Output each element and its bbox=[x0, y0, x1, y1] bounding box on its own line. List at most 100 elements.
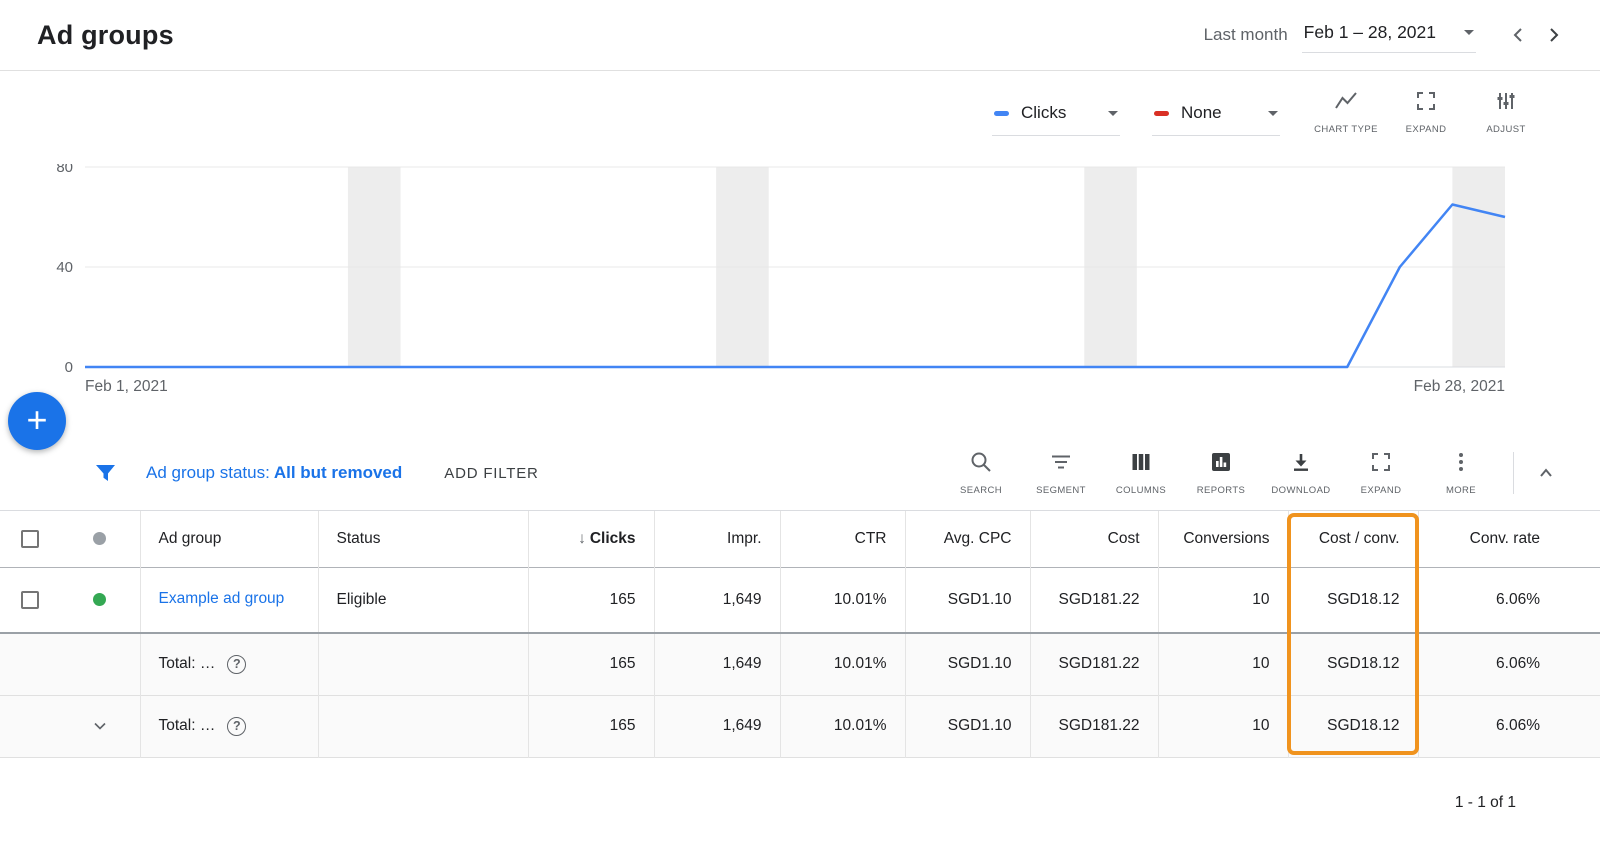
ad-group-name-link[interactable]: Example ad group bbox=[159, 589, 285, 610]
add-filter-button[interactable]: ADD FILTER bbox=[444, 465, 538, 482]
page-title: Ad groups bbox=[37, 20, 174, 51]
total-impressions-cell: 1,649 bbox=[654, 695, 780, 757]
col-header-avg-cpc[interactable]: Avg. CPC bbox=[905, 511, 1030, 567]
col-header-cost-per-conv[interactable]: Cost / conv. bbox=[1288, 511, 1418, 567]
cost-cell: SGD181.22 bbox=[1030, 567, 1158, 633]
help-icon[interactable]: ? bbox=[227, 717, 246, 736]
collapse-panel-button[interactable] bbox=[1522, 449, 1570, 497]
chart-type-icon bbox=[1334, 89, 1358, 118]
chart-type-button[interactable]: CHART TYPE bbox=[1306, 89, 1386, 135]
series-2-color-dash-icon bbox=[1154, 111, 1169, 116]
search-button[interactable]: SEARCH bbox=[941, 450, 1021, 496]
status-dot-header-icon bbox=[93, 532, 106, 545]
total-ctr-cell: 10.01% bbox=[780, 695, 905, 757]
col-header-clicks[interactable]: ↓Clicks bbox=[528, 511, 654, 567]
total-label: Total: … bbox=[159, 717, 216, 735]
conv-rate-cell: 6.06% bbox=[1418, 567, 1600, 633]
table-expand-button[interactable]: EXPAND bbox=[1341, 450, 1421, 496]
col-header-ctr[interactable]: CTR bbox=[780, 511, 905, 567]
col-header-impressions[interactable]: Impr. bbox=[654, 511, 780, 567]
total-conversions-cell: 10 bbox=[1158, 633, 1288, 695]
col-header-status[interactable]: Status bbox=[318, 511, 528, 567]
ctr-cell: 10.01% bbox=[780, 567, 905, 633]
total-clicks-cell: 165 bbox=[528, 695, 654, 757]
performance-chart-section: Clicks None CHART TYPE EXPAND bbox=[0, 71, 1600, 436]
top-bar: Ad groups Last month Feb 1 – 28, 2021 bbox=[0, 0, 1600, 71]
expand-icon bbox=[1369, 450, 1393, 479]
download-button[interactable]: DOWNLOAD bbox=[1261, 450, 1341, 496]
total-cost-per-conv-cell: SGD18.12 bbox=[1288, 633, 1418, 695]
date-range-selector[interactable]: Feb 1 – 28, 2021 bbox=[1302, 18, 1476, 53]
date-preset-label: Last month bbox=[1204, 25, 1288, 45]
clicks-cell: 165 bbox=[528, 567, 654, 633]
add-ad-group-button[interactable]: + bbox=[8, 392, 66, 450]
total-clicks-cell: 165 bbox=[528, 633, 654, 695]
columns-button[interactable]: COLUMNS bbox=[1101, 450, 1181, 496]
ad-group-status-cell: Eligible bbox=[318, 567, 528, 633]
chevron-down-icon bbox=[1464, 30, 1474, 35]
col-header-ad-group[interactable]: Ad group bbox=[140, 511, 318, 567]
table-header-row: Ad group Status ↓Clicks Impr. CTR Avg. C… bbox=[0, 511, 1600, 567]
reports-button[interactable]: REPORTS bbox=[1181, 450, 1261, 496]
date-range-value: Feb 1 – 28, 2021 bbox=[1304, 22, 1436, 43]
total-cost-per-conv-cell: SGD18.12 bbox=[1288, 695, 1418, 757]
series-1-color-dash-icon bbox=[994, 111, 1009, 116]
cost-per-conv-cell: SGD18.12 bbox=[1288, 567, 1418, 633]
svg-text:40: 40 bbox=[56, 259, 73, 276]
segment-button[interactable]: SEGMENT bbox=[1021, 450, 1101, 496]
chart-series-1-selector[interactable]: Clicks bbox=[992, 93, 1120, 136]
expand-icon bbox=[1414, 89, 1438, 118]
chevron-down-icon bbox=[1108, 111, 1118, 116]
segment-icon bbox=[1049, 450, 1073, 479]
sort-descending-icon: ↓ bbox=[578, 530, 586, 547]
series-1-label: Clicks bbox=[1021, 103, 1066, 123]
table-toolbar: Ad group status:All but removed ADD FILT… bbox=[0, 436, 1600, 511]
pagination-label: 1 - 1 of 1 bbox=[1455, 794, 1516, 812]
chart-series-2-selector[interactable]: None bbox=[1152, 93, 1280, 136]
clicks-line-chart: 0 40 80 bbox=[0, 164, 1600, 376]
select-all-checkbox[interactable] bbox=[21, 530, 39, 548]
total-cost-cell: SGD181.22 bbox=[1030, 695, 1158, 757]
ad-groups-table: Ad group Status ↓Clicks Impr. CTR Avg. C… bbox=[0, 511, 1600, 758]
total-cost-cell: SGD181.22 bbox=[1030, 633, 1158, 695]
x-axis-start-label: Feb 1, 2021 bbox=[85, 378, 168, 396]
conversions-cell: 10 bbox=[1158, 567, 1288, 633]
chevron-down-icon bbox=[1268, 111, 1278, 116]
status-enabled-dot-icon bbox=[93, 593, 106, 606]
col-header-cost[interactable]: Cost bbox=[1030, 511, 1158, 567]
svg-text:0: 0 bbox=[65, 359, 73, 376]
x-axis-end-label: Feb 28, 2021 bbox=[1414, 378, 1505, 396]
columns-icon bbox=[1129, 450, 1153, 479]
filter-funnel-icon bbox=[95, 463, 116, 483]
col-header-conversions[interactable]: Conversions bbox=[1158, 511, 1288, 567]
download-icon bbox=[1289, 450, 1313, 479]
total-conversions-cell: 10 bbox=[1158, 695, 1288, 757]
series-2-label: None bbox=[1181, 103, 1222, 123]
total-impressions-cell: 1,649 bbox=[654, 633, 780, 695]
total-filtered-row: Total: … ? 165 1,649 10.01% SGD1.10 SGD1… bbox=[0, 633, 1600, 695]
chart-expand-button[interactable]: EXPAND bbox=[1386, 89, 1466, 135]
col-header-conv-rate[interactable]: Conv. rate bbox=[1418, 511, 1600, 567]
next-period-button[interactable] bbox=[1536, 18, 1570, 52]
sliders-icon bbox=[1494, 89, 1518, 118]
help-icon[interactable]: ? bbox=[227, 655, 246, 674]
search-icon bbox=[969, 450, 993, 479]
chart-controls: Clicks None CHART TYPE EXPAND bbox=[992, 89, 1546, 136]
row-checkbox[interactable] bbox=[21, 591, 39, 609]
more-button[interactable]: MORE bbox=[1421, 450, 1501, 496]
total-ctr-cell: 10.01% bbox=[780, 633, 905, 695]
table-row: Example ad group Eligible 165 1,649 10.0… bbox=[0, 567, 1600, 633]
chart-x-axis-labels: Feb 1, 2021 Feb 28, 2021 bbox=[85, 378, 1505, 396]
total-conv-rate-cell: 6.06% bbox=[1418, 633, 1600, 695]
previous-period-button[interactable] bbox=[1502, 18, 1536, 52]
svg-text:80: 80 bbox=[56, 164, 73, 176]
pagination-bar: 1 - 1 of 1 bbox=[0, 758, 1600, 848]
chart-adjust-button[interactable]: ADJUST bbox=[1466, 89, 1546, 135]
more-vertical-icon bbox=[1449, 450, 1473, 479]
expand-totals-chevron-down-icon[interactable] bbox=[78, 716, 122, 736]
total-label: Total: … bbox=[159, 655, 216, 673]
total-avg-cpc-cell: SGD1.10 bbox=[905, 695, 1030, 757]
filter-chip-ad-group-status[interactable]: Ad group status:All but removed bbox=[146, 463, 402, 483]
total-account-row: Total: … ? 165 1,649 10.01% SGD1.10 SGD1… bbox=[0, 695, 1600, 757]
toolbar-divider bbox=[1513, 452, 1514, 494]
